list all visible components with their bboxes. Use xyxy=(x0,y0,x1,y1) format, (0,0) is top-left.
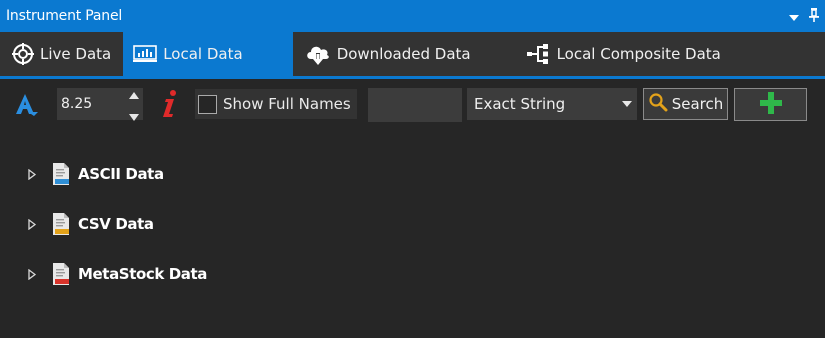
tree-node-csv[interactable]: CSV Data xyxy=(28,211,154,237)
search-button-label: Search xyxy=(671,95,724,113)
panel-title: Instrument Panel xyxy=(6,8,123,24)
search-input[interactable] xyxy=(368,88,462,122)
metastock-file-icon xyxy=(52,263,70,285)
tab-label: Local Data xyxy=(163,45,243,63)
font-size-value[interactable]: 8.25 xyxy=(57,96,125,112)
tab-live-data[interactable]: Live Data xyxy=(0,32,123,76)
search-button[interactable]: Search xyxy=(643,88,728,120)
magnifier-icon xyxy=(648,92,668,116)
stepper-down-icon[interactable] xyxy=(129,106,139,125)
stepper-up-icon[interactable] xyxy=(129,84,139,103)
ascii-file-icon xyxy=(52,163,70,185)
tab-label: Live Data xyxy=(40,45,112,63)
match-mode-select[interactable]: Exact String xyxy=(467,88,637,120)
tab-local-composite-data[interactable]: Local Composite Data xyxy=(483,32,733,76)
add-button[interactable] xyxy=(734,88,807,121)
csv-file-icon xyxy=(52,213,70,235)
show-full-names-label: Show Full Names xyxy=(223,95,351,113)
expand-arrow-icon[interactable] xyxy=(28,268,38,280)
composite-icon xyxy=(526,43,553,65)
expand-arrow-icon[interactable] xyxy=(28,218,38,230)
tab-label: Local Composite Data xyxy=(556,45,721,63)
chevron-down-icon xyxy=(617,101,637,107)
local-data-icon xyxy=(133,45,158,63)
instrument-panel: Instrument Panel Live Data Local Data Do… xyxy=(0,0,825,338)
dropdown-arrow-icon[interactable] xyxy=(789,7,799,26)
cloud-download-icon xyxy=(305,43,331,65)
tree-node-label: MetaStock Data xyxy=(78,265,208,283)
tab-local-data[interactable]: Local Data xyxy=(123,32,293,76)
pin-icon[interactable] xyxy=(809,7,819,26)
tree-node-label: CSV Data xyxy=(78,215,154,233)
tab-strip: Live Data Local Data Downloaded Data Loc… xyxy=(0,32,825,76)
title-bar: Instrument Panel xyxy=(0,0,825,32)
live-data-icon xyxy=(12,43,34,65)
expand-arrow-icon[interactable] xyxy=(28,168,38,180)
tab-label: Downloaded Data xyxy=(336,45,471,63)
font-size-stepper[interactable]: 8.25 xyxy=(57,88,143,121)
tree-node-label: ASCII Data xyxy=(78,165,164,183)
toolbar: 8.25 Show Full Names Exact String Search xyxy=(0,79,825,132)
show-full-names-toggle[interactable]: Show Full Names xyxy=(195,89,357,119)
tree-node-metastock[interactable]: MetaStock Data xyxy=(28,261,207,287)
match-mode-value: Exact String xyxy=(474,95,566,113)
plus-icon xyxy=(759,91,782,118)
tree-node-ascii[interactable]: ASCII Data xyxy=(28,161,164,187)
info-icon[interactable] xyxy=(161,89,179,123)
tab-downloaded-data[interactable]: Downloaded Data xyxy=(293,32,483,76)
show-full-names-checkbox[interactable] xyxy=(198,94,217,114)
font-size-icon xyxy=(14,92,44,120)
